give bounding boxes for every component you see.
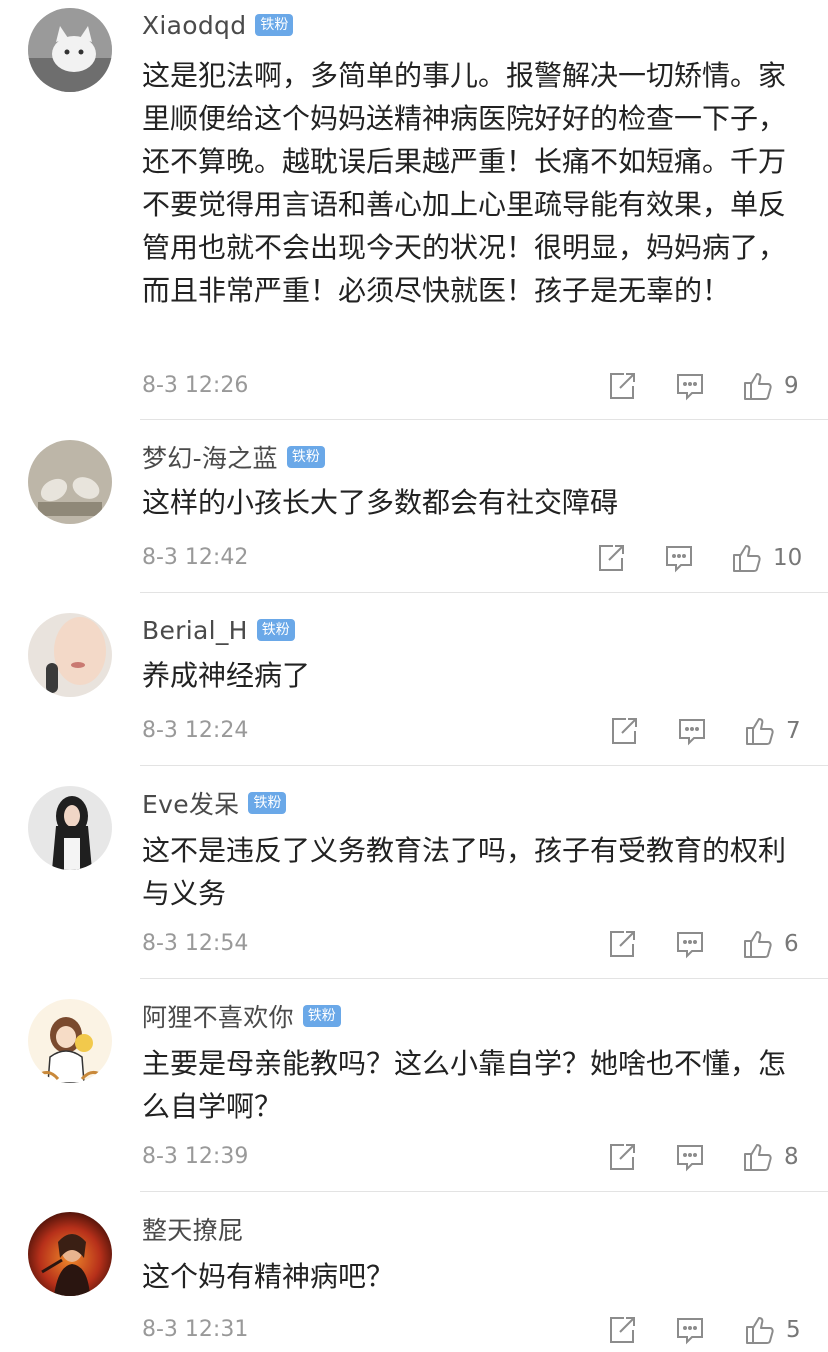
thumbs-up-icon[interactable] [731,542,763,574]
username[interactable]: Berial_H [142,616,248,645]
reply-icon[interactable] [676,715,708,747]
comment-text: 这个妈有精神病吧？ [142,1260,395,1293]
comment-footer: 8-3 12:31 5 [0,1310,828,1350]
fan-badge: 铁粉 [248,792,287,814]
comment-item: Eve发呆 铁粉 这不是违反了义务教育法了吗，孩子有受教育的权利与义务 8-3 … [0,766,828,979]
avatar[interactable] [28,613,112,697]
share-icon[interactable] [606,1314,638,1346]
like-count: 8 [784,1144,799,1170]
share-icon[interactable] [608,715,640,747]
like-count: 9 [784,373,799,399]
timestamp: 8-3 12:54 [142,931,249,956]
comment-text: 这样的小孩长大了多数都会有社交障碍 [142,486,619,519]
thumbs-up-icon[interactable] [742,1141,774,1173]
comment-item: 整天撩屁 这个妈有精神病吧？ 8-3 12:31 5 [0,1192,828,1352]
avatar[interactable] [28,8,112,92]
comment-footer: 8-3 12:39 8 [0,1137,828,1177]
share-icon[interactable] [606,928,638,960]
share-icon[interactable] [606,370,638,402]
reply-icon[interactable] [663,542,695,574]
like-count: 5 [786,1317,801,1343]
avatar[interactable] [28,786,112,870]
comment-text: 主要是母亲能教吗？这么小靠自学？她啥也不懂，怎么自学啊？ [142,1047,787,1123]
username[interactable]: Xiaodqd [142,11,246,40]
comment-item: Xiaodqd 铁粉 这是犯法啊，多简单的事儿。报警解决一切矫情。家里顺便给这个… [0,0,828,420]
timestamp: 8-3 12:31 [142,1317,249,1342]
comment-footer: 8-3 12:54 6 [0,924,828,964]
comment-item: 阿狸不喜欢你 铁粉 主要是母亲能教吗？这么小靠自学？她啥也不懂，怎么自学啊？ 8… [0,979,828,1192]
comment-item: Berial_H 铁粉 养成神经病了 8-3 12:24 7 [0,593,828,766]
fan-badge: 铁粉 [302,1005,341,1027]
thumbs-up-icon[interactable] [744,1314,776,1346]
fan-badge: 铁粉 [286,446,325,468]
share-icon[interactable] [606,1141,638,1173]
like-count: 7 [786,718,801,744]
username[interactable]: 梦幻-海之蓝 [142,439,278,475]
avatar[interactable] [28,440,112,524]
comment-footer: 8-3 12:26 9 [0,366,828,406]
like-count: 6 [784,931,799,957]
comment-item: 梦幻-海之蓝 铁粉 这样的小孩长大了多数都会有社交障碍 8-3 12:42 10 [0,420,828,593]
fan-badge: 铁粉 [256,619,295,641]
fan-badge: 铁粉 [255,14,294,36]
thumbs-up-icon[interactable] [742,370,774,402]
comment-footer: 8-3 12:24 7 [0,711,828,751]
share-icon[interactable] [595,542,627,574]
comment-text: 这不是违反了义务教育法了吗，孩子有受教育的权利与义务 [142,834,787,910]
avatar[interactable] [28,999,112,1083]
username[interactable]: Eve发呆 [142,785,239,821]
reply-icon[interactable] [674,1141,706,1173]
reply-icon[interactable] [674,1314,706,1346]
comment-text: 这是犯法啊，多简单的事儿。报警解决一切矫情。家里顺便给这个妈妈送精神病医院好好的… [142,59,787,307]
timestamp: 8-3 12:24 [142,718,249,743]
username[interactable]: 阿狸不喜欢你 [142,998,294,1034]
comment-text: 养成神经病了 [142,659,311,692]
like-count: 10 [773,545,803,571]
username[interactable]: 整天撩屁 [142,1211,243,1247]
timestamp: 8-3 12:42 [142,545,249,570]
comment-footer: 8-3 12:42 10 [0,538,828,578]
thumbs-up-icon[interactable] [744,715,776,747]
timestamp: 8-3 12:39 [142,1144,249,1169]
reply-icon[interactable] [674,928,706,960]
thumbs-up-icon[interactable] [742,928,774,960]
timestamp: 8-3 12:26 [142,373,249,398]
avatar[interactable] [28,1212,112,1296]
reply-icon[interactable] [674,370,706,402]
